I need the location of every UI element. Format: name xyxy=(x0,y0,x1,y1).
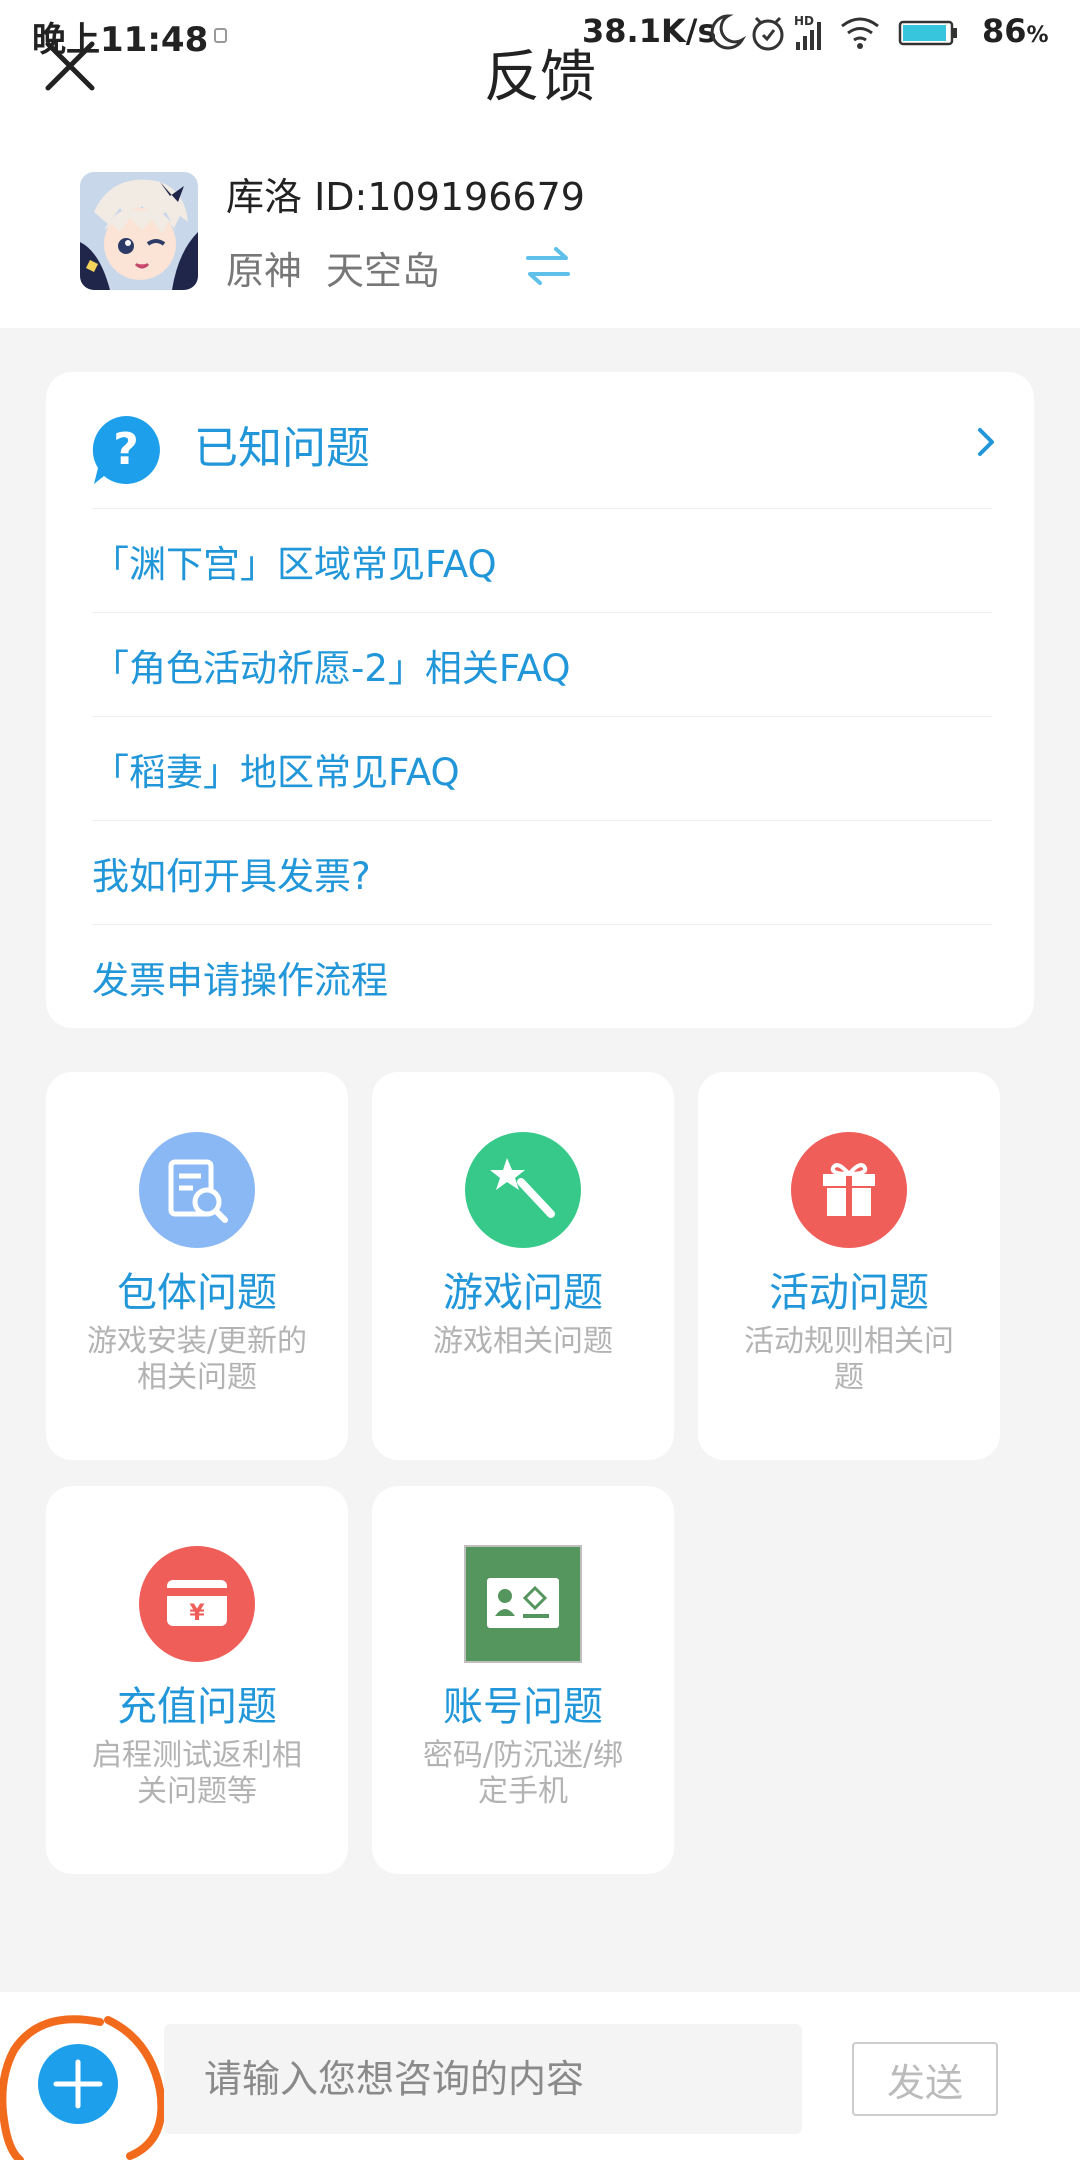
question-bubble-icon: ? xyxy=(92,416,160,484)
message-input[interactable] xyxy=(164,2024,802,2134)
magic-wand-icon xyxy=(465,1132,581,1248)
gift-icon xyxy=(791,1132,907,1248)
swap-arrows-icon[interactable] xyxy=(524,244,572,288)
game-name: 原神 xyxy=(226,249,303,293)
category-description: 游戏相关问题 xyxy=(433,1324,613,1359)
category-tile-event[interactable]: 活动问题 活动规则相关问题 xyxy=(698,1072,1000,1460)
category-tile-package[interactable]: 包体问题 游戏安装/更新的相关问题 xyxy=(46,1072,348,1460)
category-description: 活动规则相关问题 xyxy=(744,1324,954,1395)
category-description: 游戏安装/更新的相关问题 xyxy=(86,1324,308,1395)
package-search-icon xyxy=(139,1132,255,1248)
category-title: 包体问题 xyxy=(117,1270,277,1316)
faq-item[interactable]: 「稻妻」地区常见FAQ xyxy=(92,716,992,820)
faq-item[interactable]: 「渊下宫」区域常见FAQ xyxy=(92,508,992,612)
server-name: 天空岛 xyxy=(326,249,441,293)
faq-item[interactable]: 「角色活动祈愿-2」相关FAQ xyxy=(92,612,992,716)
category-tile-account[interactable]: 账号问题 密码/防沉迷/绑定手机 xyxy=(372,1486,674,1874)
category-description: 密码/防沉迷/绑定手机 xyxy=(422,1738,624,1809)
category-tile-recharge[interactable]: ¥ 充值问题 启程测试返利相关问题等 xyxy=(46,1486,348,1874)
category-description: 启程测试返利相关问题等 xyxy=(92,1738,302,1809)
svg-text:?: ? xyxy=(113,424,139,475)
faq-item[interactable]: 发票申请操作流程 xyxy=(92,924,992,1028)
category-title: 活动问题 xyxy=(769,1270,929,1316)
id-card-icon xyxy=(464,1545,582,1663)
annotation-circle xyxy=(0,2015,166,2160)
hd-label: HD xyxy=(794,14,814,28)
avatar[interactable] xyxy=(80,172,198,290)
svg-text:¥: ¥ xyxy=(189,1601,205,1626)
category-tile-game[interactable]: 游戏问题 游戏相关问题 xyxy=(372,1072,674,1460)
user-id-label: 库洛 ID:109196679 xyxy=(226,175,585,219)
category-title: 充值问题 xyxy=(117,1684,277,1730)
category-title: 账号问题 xyxy=(443,1684,603,1730)
page-title: 反馈 xyxy=(484,45,596,110)
faq-list: 「渊下宫」区域常见FAQ 「角色活动祈愿-2」相关FAQ 「稻妻」地区常见FAQ… xyxy=(92,508,992,1028)
known-issues-title: 已知问题 xyxy=(194,423,370,474)
chevron-right-icon[interactable] xyxy=(966,422,1006,462)
send-button[interactable]: 发送 xyxy=(852,2042,998,2116)
known-issues-card: ? 已知问题 「渊下宫」区域常见FAQ 「角色活动祈愿-2」相关FAQ 「稻妻」… xyxy=(46,372,1034,1028)
faq-item[interactable]: 我如何开具发票? xyxy=(92,820,992,924)
category-title: 游戏问题 xyxy=(443,1270,603,1316)
yen-card-icon: ¥ xyxy=(139,1546,255,1662)
